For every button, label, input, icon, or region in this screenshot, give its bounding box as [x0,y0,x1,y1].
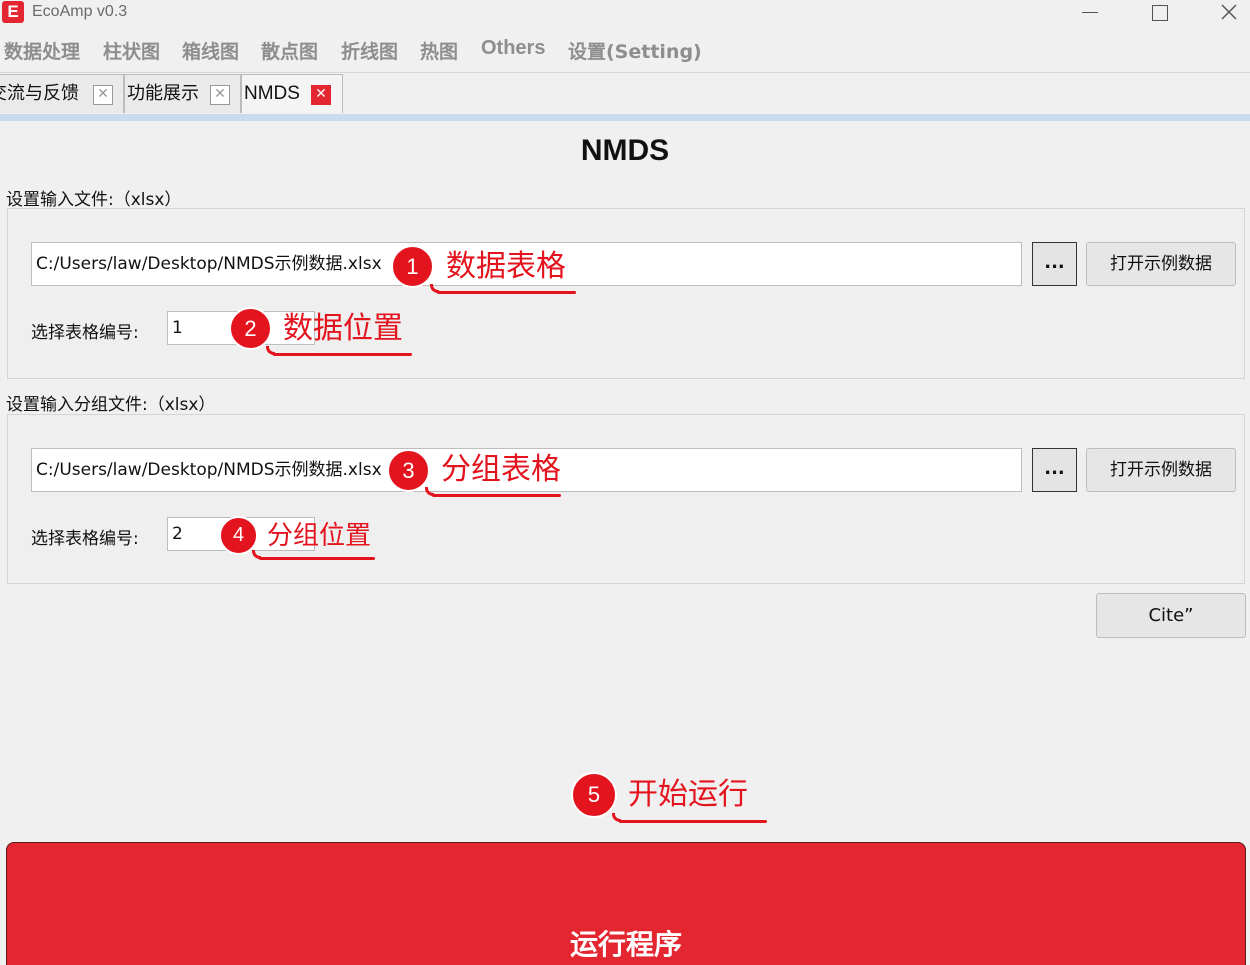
cite-button[interactable]: Cite” [1096,593,1246,638]
run-button[interactable]: 运行程序 [6,842,1246,965]
tab-nmds[interactable]: NMDS ✕ [241,74,343,113]
menu-heatmap[interactable]: 热图 [420,37,458,64]
tab-feedback[interactable]: 交流与反馈 ✕ [0,74,124,113]
menu-scatter-plot[interactable]: 散点图 [261,37,318,64]
annotation-text-3: 分组表格 [441,452,561,487]
annotation-badge-5: 5 [571,772,617,818]
annotation-badge-3: 3 [387,449,430,492]
annotation-underline [437,291,576,294]
menu-box-plot[interactable]: 箱线图 [182,37,239,64]
tab-label: NMDS [244,83,300,104]
annotation-badge-1: 1 [391,245,434,288]
annotation-underline [619,820,767,823]
tab-label: 交流与反馈 [0,83,79,104]
group-file-group: C:/Users/law/Desktop/NMDS示例数据.xlsx ... 打… [7,414,1245,584]
title-bar: E EcoAmp v0.3 [0,0,1250,30]
input-file-sample-button[interactable]: 打开示例数据 [1086,242,1236,286]
annotation-underline [259,557,375,560]
menu-data-processing[interactable]: 数据处理 [4,37,80,64]
group-file-label: 设置输入分组文件:（xlsx） [6,395,216,415]
group-file-sample-button[interactable]: 打开示例数据 [1086,448,1236,492]
menu-settings[interactable]: 设置(Setting) [568,37,702,64]
window-title: EcoAmp v0.3 [32,3,128,20]
annotation-text-5: 开始运行 [628,777,748,812]
tab-close-icon[interactable]: ✕ [210,85,230,105]
maximize-icon[interactable] [1136,0,1182,28]
tab-strip [0,114,1250,121]
annotation-text-1: 数据表格 [446,249,566,284]
tab-close-icon[interactable]: ✕ [93,85,113,105]
tab-label: 功能展示 [127,83,199,104]
annotation-underline [273,353,412,356]
page-title: NMDS [580,134,670,167]
tab-close-icon[interactable]: ✕ [311,85,331,105]
tab-bar: 交流与反馈 ✕ 功能展示 ✕ NMDS ✕ [0,72,1250,114]
annotation-text-4: 分组位置 [267,521,372,551]
menu-bar-chart[interactable]: 柱状图 [103,37,160,64]
close-icon[interactable] [1206,0,1250,28]
annotation-badge-2: 2 [229,307,272,350]
tab-feature-demo[interactable]: 功能展示 ✕ [124,74,241,113]
group-file-browse-button[interactable]: ... [1032,448,1077,492]
input-file-label: 设置输入文件:（xlsx） [6,190,182,210]
app-logo: E [2,1,24,23]
annotation-text-2: 数据位置 [283,311,403,346]
minimize-icon[interactable] [1066,0,1112,28]
menu-others[interactable]: Others [481,37,545,60]
group-sheet-label: 选择表格编号: [31,529,139,549]
input-file-group: C:/Users/law/Desktop/NMDS示例数据.xlsx ... 打… [7,208,1245,379]
menu-bar: 数据处理 柱状图 箱线图 散点图 折线图 热图 Others 设置(Settin… [0,34,1250,64]
annotation-underline [432,494,561,497]
input-file-browse-button[interactable]: ... [1032,242,1077,286]
menu-line-chart[interactable]: 折线图 [341,37,398,64]
input-sheet-label: 选择表格编号: [31,323,139,343]
